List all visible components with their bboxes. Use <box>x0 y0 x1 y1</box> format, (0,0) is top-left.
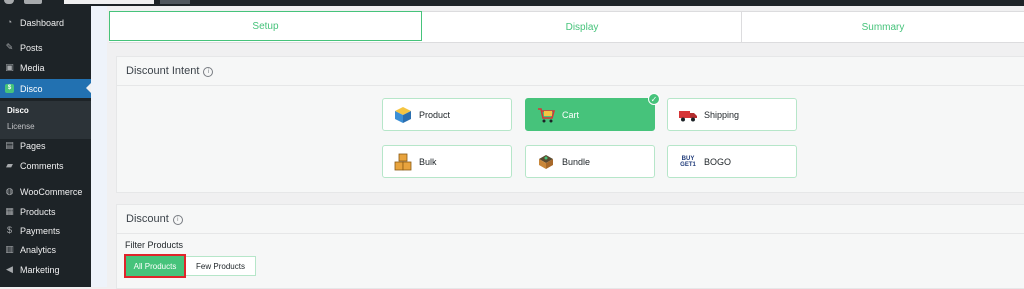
woocommerce-icon: ◍ <box>5 186 14 196</box>
intent-product[interactable]: Product <box>382 98 512 131</box>
sidebar-item-marketing[interactable]: ◀ Marketing <box>0 260 91 279</box>
sidebar-item-media[interactable]: ▣ Media <box>0 58 91 77</box>
intent-label: Product <box>419 109 451 120</box>
sidebar-item-label: Comments <box>20 160 64 171</box>
dashboard-icon: ◔ <box>6 17 13 27</box>
bogo-icon: BUY GET1 <box>680 155 696 168</box>
comments-icon: ▰ <box>6 160 13 170</box>
sidebar-item-comments[interactable]: ▰ Comments <box>0 156 91 175</box>
box-icon <box>393 105 413 125</box>
sidebar-item-pages[interactable]: ▤ Pages <box>0 136 91 155</box>
intent-label: Bundle <box>562 156 591 167</box>
info-icon[interactable]: i <box>172 215 183 225</box>
cart-icon <box>536 105 556 125</box>
card-header: Discount Intent i <box>117 57 1024 86</box>
intent-shipping[interactable]: Shipping <box>667 98 797 131</box>
card-title-text: Discount <box>126 213 169 225</box>
intent-bundle[interactable]: Bundle <box>525 145 655 178</box>
discount-title: Discount i <box>126 213 183 225</box>
card-header: Discount i <box>117 205 1024 234</box>
intent-bulk[interactable]: Bulk <box>382 145 512 178</box>
sidebar-item-dashboard[interactable]: ◔ Dashboard <box>0 13 91 32</box>
sidebar-item-label: Dashboard <box>20 17 65 28</box>
intent-label: BOGO <box>704 156 732 167</box>
selected-check-icon: ✓ <box>648 93 660 105</box>
sidebar-item-products[interactable]: ▦ Products <box>0 202 91 221</box>
payments-icon: $ <box>6 225 12 235</box>
site-name-link[interactable] <box>64 0 154 4</box>
pushpin-icon: ✎ <box>5 42 14 52</box>
card-title-text: Discount Intent <box>126 65 200 77</box>
filter-products-label: Filter Products <box>125 240 184 250</box>
home-icon[interactable] <box>24 0 42 4</box>
bundle-icon <box>536 152 556 172</box>
step-tabs: Setup Display Summary <box>109 11 1024 43</box>
sidebar-item-label: Posts <box>20 42 43 53</box>
marketing-icon: ◀ <box>6 264 13 274</box>
tab-summary[interactable]: Summary <box>742 12 1024 42</box>
intent-bogo[interactable]: BUY GET1 BOGO <box>667 145 797 178</box>
wordpress-logo-icon[interactable] <box>4 0 14 4</box>
sidebar-item-label: Products <box>20 206 56 217</box>
sidebar-item-label: Marketing <box>20 264 60 275</box>
discount-intent-title: Discount Intent i <box>126 65 214 77</box>
pages-icon: ▤ <box>5 140 14 150</box>
intent-cart[interactable]: Cart ✓ <box>525 93 660 131</box>
sidebar-item-analytics[interactable]: ▥ Analytics <box>0 240 91 259</box>
content-gutter <box>91 6 107 287</box>
info-icon[interactable]: i <box>203 67 214 77</box>
media-icon: ▣ <box>5 62 14 72</box>
sidebar-item-label: Payments <box>20 225 61 236</box>
all-products-button[interactable]: All Products <box>124 254 186 278</box>
sidebar-item-label: WooCommerce <box>20 186 83 197</box>
intent-label: Shipping <box>704 109 740 120</box>
analytics-icon: ▥ <box>5 244 14 254</box>
boxes-icon <box>393 152 413 172</box>
intent-label: Cart <box>562 109 580 120</box>
products-icon: ▦ <box>5 206 14 216</box>
sidebar-item-label: Disco <box>20 83 43 94</box>
tab-setup[interactable]: Setup <box>109 11 422 41</box>
sidebar-item-posts[interactable]: ✎ Posts <box>0 38 91 57</box>
submenu-item-license[interactable]: License <box>7 122 35 131</box>
sidebar-item-disco[interactable]: $ Disco <box>0 79 91 98</box>
intent-label: Bulk <box>419 156 437 167</box>
sidebar-item-label: Media <box>20 62 45 73</box>
disco-icon: $ <box>5 84 14 93</box>
filter-products-toggle: All Products Few Products <box>124 254 256 278</box>
sidebar-item-payments[interactable]: $ Payments <box>0 221 91 240</box>
tab-display[interactable]: Display <box>423 12 742 42</box>
admin-sidebar: ◔ Dashboard ✎ Posts ▣ Media $ Disco Disc… <box>0 6 91 287</box>
sidebar-item-woocommerce[interactable]: ◍ WooCommerce <box>0 182 91 201</box>
sidebar-item-label: Analytics <box>20 244 57 255</box>
few-products-button[interactable]: Few Products <box>186 256 256 276</box>
truck-icon <box>678 105 698 125</box>
admin-bar-item[interactable] <box>160 0 190 4</box>
sidebar-item-label: Pages <box>20 140 46 151</box>
disco-submenu: Disco License <box>0 101 91 139</box>
submenu-item-disco[interactable]: Disco <box>7 106 29 115</box>
